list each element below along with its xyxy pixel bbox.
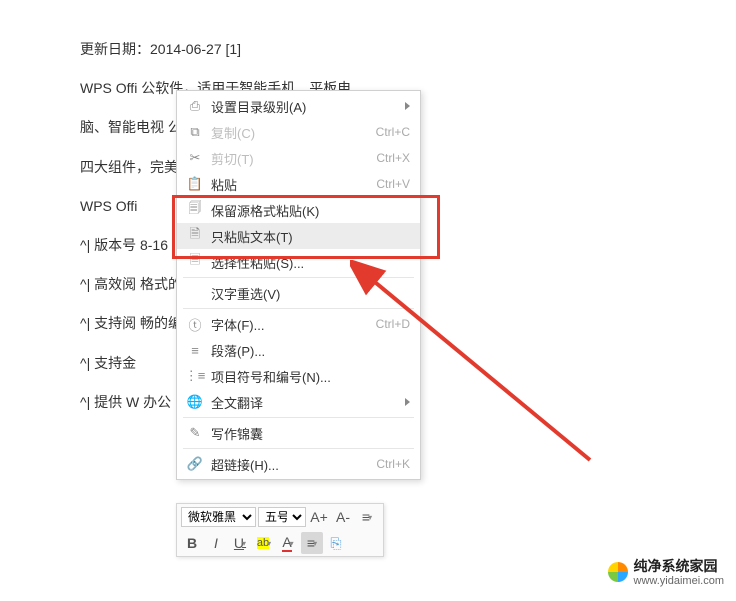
list-icon: ⋮≡	[185, 368, 205, 384]
watermark: 纯净系统家园 www.yidaimei.com	[608, 556, 724, 587]
italic-button[interactable]: I	[205, 532, 227, 554]
bold-button[interactable]: B	[181, 532, 203, 554]
doc-line: 更新日期：2014-06-27 [1]	[80, 30, 706, 69]
align-button[interactable]: ≡▾	[301, 532, 323, 554]
menu-set-toc-level[interactable]: ⎙ 设置目录级别(A)	[177, 93, 420, 119]
menu-separator	[183, 417, 414, 418]
context-menu: ⎙ 设置目录级别(A) ⧉ 复制(C) Ctrl+C ✂ 剪切(T) Ctrl+…	[176, 90, 421, 480]
watermark-logo-icon	[608, 562, 628, 582]
font-icon: ⓣ	[185, 315, 205, 334]
grow-font-button[interactable]: A+	[308, 506, 330, 528]
copy-icon: ⧉	[185, 124, 205, 140]
translate-icon: 🌐	[185, 394, 205, 410]
menu-writing-kit[interactable]: ✎ 写作锦囊	[177, 420, 420, 446]
menu-paste-special[interactable]: 🗏 选择性粘贴(S)...	[177, 249, 420, 275]
paste-icon: 📋	[185, 176, 205, 192]
watermark-url: www.yidaimei.com	[634, 575, 724, 587]
watermark-title: 纯净系统家园	[634, 556, 724, 576]
link-icon: 🔗	[185, 456, 205, 472]
format-painter-button[interactable]: ⎘	[325, 532, 347, 554]
font-color-button[interactable]: A▾	[277, 532, 299, 554]
cut-icon: ✂	[185, 150, 205, 166]
mini-toolbar: 微软雅黑 五号 A+ A- ≡▾ B I U▾ ab▾ A▾ ≡▾ ⎘	[176, 503, 384, 557]
menu-hyperlink[interactable]: 🔗 超链接(H)... Ctrl+K	[177, 451, 420, 477]
menu-separator	[183, 277, 414, 278]
font-size-select[interactable]: 五号	[258, 507, 306, 527]
writing-icon: ✎	[185, 425, 205, 441]
paste-special-icon: 🗏	[185, 251, 205, 273]
menu-paste-text-only[interactable]: 🗎 只粘贴文本(T)	[177, 223, 420, 249]
font-name-select[interactable]: 微软雅黑	[181, 507, 256, 527]
menu-bullets-numbering[interactable]: ⋮≡ 项目符号和编号(N)...	[177, 363, 420, 389]
menu-paste-keep-source[interactable]: 🗐 保留源格式粘贴(K)	[177, 197, 420, 223]
menu-cut[interactable]: ✂ 剪切(T) Ctrl+X	[177, 145, 420, 171]
highlight-button[interactable]: ab▾	[253, 532, 275, 554]
menu-paragraph[interactable]: ≡ 段落(P)...	[177, 337, 420, 363]
menu-translate-all[interactable]: 🌐 全文翻译	[177, 389, 420, 415]
menu-paste[interactable]: 📋 粘贴 Ctrl+V	[177, 171, 420, 197]
menu-copy[interactable]: ⧉ 复制(C) Ctrl+C	[177, 119, 420, 145]
paragraph-icon: ≡	[185, 343, 205, 358]
menu-hanzi-reselect[interactable]: 汉字重选(V)	[177, 280, 420, 306]
paste-text-icon: 🗎	[185, 225, 205, 247]
paste-keep-icon: 🗐	[185, 199, 205, 221]
underline-button[interactable]: U▾	[229, 532, 251, 554]
menu-separator	[183, 448, 414, 449]
line-spacing-button[interactable]: ≡▾	[356, 506, 378, 528]
toc-icon: ⎙	[185, 98, 205, 114]
menu-separator	[183, 308, 414, 309]
shrink-font-button[interactable]: A-	[332, 506, 354, 528]
menu-font[interactable]: ⓣ 字体(F)... Ctrl+D	[177, 311, 420, 337]
